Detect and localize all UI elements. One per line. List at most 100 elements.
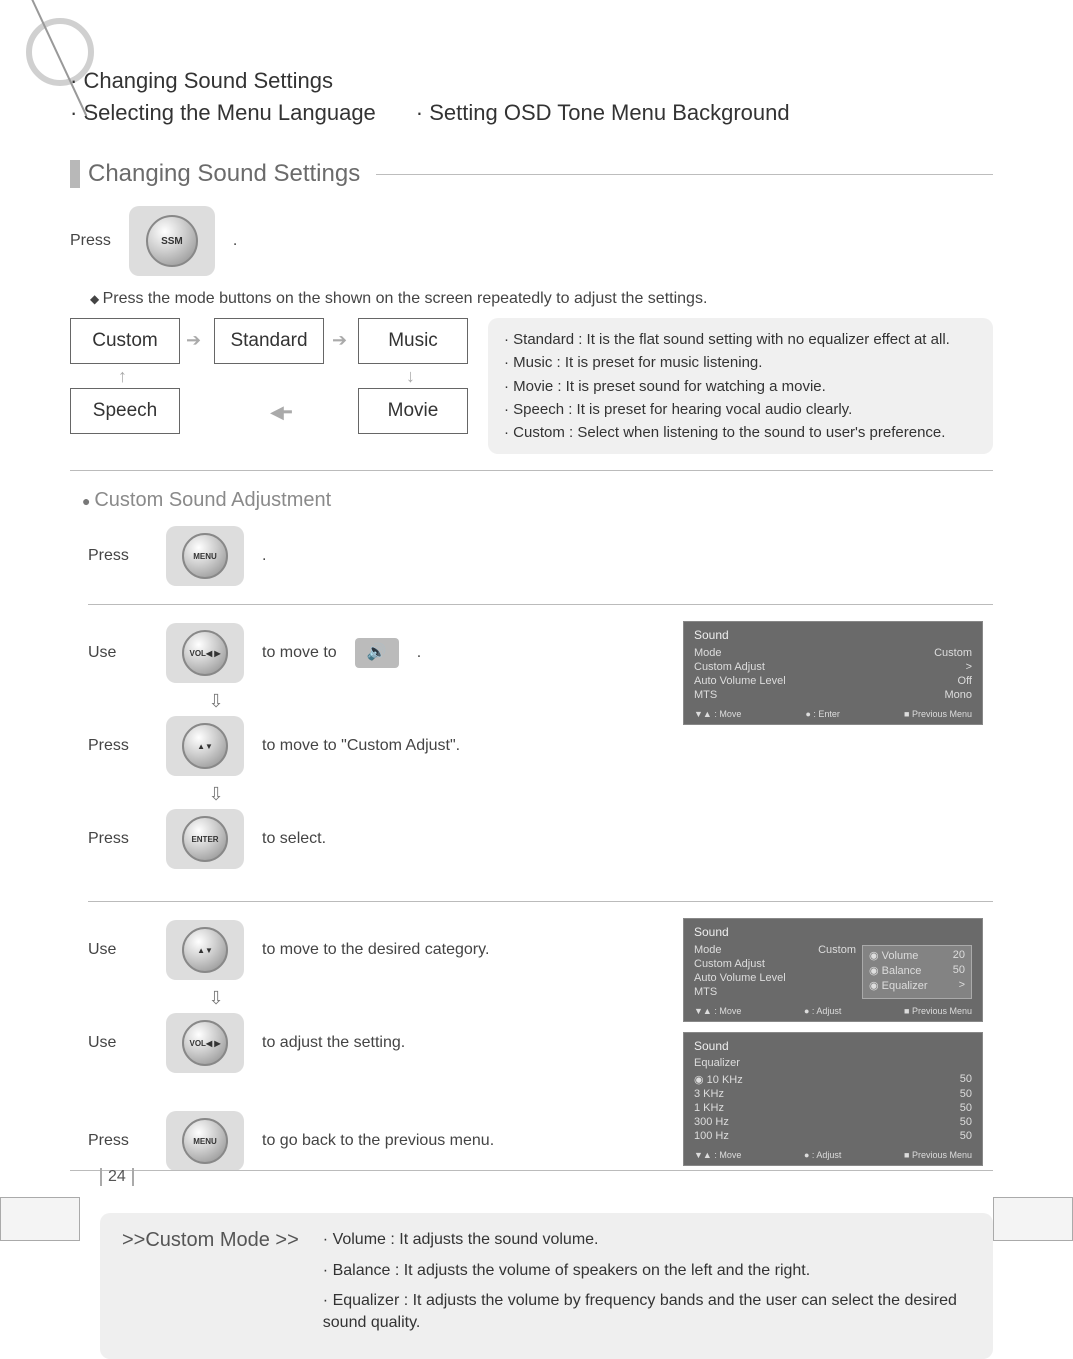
ch-button: ▲▼ (182, 927, 228, 973)
step4-text: to select. (262, 830, 326, 848)
menu-button: MENU (182, 1118, 228, 1164)
custom-mode-title: >>Custom Mode >> (122, 1229, 299, 1343)
osd2-k3: MTS (694, 986, 717, 998)
step3-text: to move to "Custom Adjust". (262, 737, 460, 755)
cm-balance: Balance : It adjusts the volume of speak… (323, 1260, 971, 1282)
osd1-k0: Mode (694, 647, 722, 659)
osd2-sm1v: 50 (953, 964, 965, 977)
press-label: Press (88, 737, 148, 755)
cm-equalizer: Equalizer : It adjusts the volume by fre… (323, 1290, 971, 1335)
osd2-k0: Mode (694, 944, 722, 956)
menu-button-box: MENU (166, 1111, 244, 1171)
osd1-k2: Auto Volume Level (694, 675, 786, 687)
topic-a: Changing Sound Settings (70, 68, 333, 94)
osd3-v1: 50 (960, 1088, 972, 1100)
mode-music: Music (358, 318, 468, 364)
step7-text: to go back to the previous menu. (262, 1132, 494, 1150)
osd3-fm: ● : Adjust (804, 1150, 841, 1160)
osd2-k2: Auto Volume Level (694, 972, 786, 984)
mode-descriptions: Standard : It is the flat sound setting … (488, 318, 993, 454)
mode-movie: Movie (358, 388, 468, 434)
ch-down-button: ▲▼ (182, 723, 228, 769)
arrow-down-icon: ↓ (406, 366, 415, 387)
main-section: Changing Sound Settings Press SSM . Pres… (70, 160, 993, 1359)
osd3-v0: 50 (960, 1073, 972, 1086)
osd3-k3: 300 Hz (694, 1116, 729, 1128)
section-title: Changing Sound Settings (70, 160, 360, 188)
subsection-title: Custom Sound Adjustment (82, 489, 993, 512)
arrow-icon: ➔ (186, 330, 201, 351)
osd2-sm1k: ◉ Balance (869, 964, 921, 977)
custom-mode-box: >>Custom Mode >> Volume : It adjusts the… (100, 1213, 993, 1359)
mode-standard: Standard (214, 318, 324, 364)
page-number: 24 (100, 1168, 134, 1186)
ch-button-box: ▲▼ (166, 716, 244, 776)
topic-b: Selecting the Menu Language (70, 100, 376, 126)
osd2-title: Sound (694, 925, 972, 939)
osd3-fr: ■ Previous Menu (904, 1150, 972, 1160)
menu-button: MENU (182, 533, 228, 579)
press-label: Press (70, 232, 111, 250)
vol-button: VOL◀ ▶ (182, 1020, 228, 1066)
step5-text: to move to the desired category. (262, 941, 489, 959)
sound-icon: 🔊 (355, 638, 399, 668)
desc-music: Music : It is preset for music listening… (504, 351, 977, 374)
osd3-k2: 1 KHz (694, 1102, 724, 1114)
step-7: Press MENU to go back to the previous me… (88, 1109, 653, 1173)
use-label: Use (88, 644, 148, 662)
osd2-sm0v: 20 (953, 949, 965, 962)
desc-custom: Custom : Select when listening to the so… (504, 421, 977, 444)
mode-boxes: Custom Standard Music Speech Movie ➔ ➔ ↓… (70, 318, 468, 434)
step-press-ssm: Press SSM . (70, 206, 993, 276)
press-label: Press (88, 547, 148, 565)
osd3-k0: ◉ 10 KHz (694, 1073, 743, 1086)
ssm-button-graphic: SSM (129, 206, 215, 276)
vol-button-box: VOL◀ ▶ (166, 623, 244, 683)
ch-button-box: ▲▼ (166, 920, 244, 980)
osd1-k3: MTS (694, 689, 717, 701)
osd2-fm: ● : Adjust (804, 1006, 841, 1016)
step-1: Press MENU . (88, 524, 993, 588)
osd-screenshot-1: Sound ModeCustom Custom Adjust> Auto Vol… (683, 621, 983, 725)
osd2-sm2k: ◉ Equalizer (869, 979, 928, 992)
step-4: Press ENTER to select. (88, 807, 653, 871)
osd2-sm0k: ◉ Volume (869, 949, 918, 962)
enter-button-box: ENTER (166, 809, 244, 869)
step-6: Use VOL◀ ▶ to adjust the setting. (88, 1011, 653, 1075)
desc-speech: Speech : It is preset for hearing vocal … (504, 398, 977, 421)
note-press-mode: Press the mode buttons on the shown on t… (90, 290, 993, 308)
step6-text: to adjust the setting. (262, 1034, 405, 1052)
vol-button: VOL◀ ▶ (182, 630, 228, 676)
osd1-fm: ● : Enter (805, 709, 839, 719)
osd1-v2: Off (958, 675, 972, 687)
topic-list: Changing Sound Settings Selecting the Me… (70, 68, 1033, 132)
corner-box-br (993, 1197, 1073, 1241)
step-5: Use ▲▼ to move to the desired category. (88, 918, 653, 982)
menu-button-box: MENU (166, 526, 244, 586)
osd3-v2: 50 (960, 1102, 972, 1114)
mode-diagram: Custom Standard Music Speech Movie ➔ ➔ ↓… (70, 318, 993, 454)
down-arrow-icon: ⇩ (206, 784, 226, 805)
use-label: Use (88, 1034, 148, 1052)
step2-prefix: to move to (262, 644, 337, 662)
step-3: Press ▲▼ to move to "Custom Adjust". (88, 714, 653, 778)
arrow-left-icon: ◀━ (270, 402, 289, 423)
step-2: Use VOL◀ ▶ to move to 🔊 . (88, 621, 653, 685)
osd3-title: Sound (694, 1039, 972, 1053)
separator (88, 901, 993, 902)
osd2-v0: Custom (818, 944, 856, 956)
osd1-k1: Custom Adjust (694, 661, 765, 673)
osd2-sm2v: > (959, 979, 965, 992)
footer-line (70, 1170, 993, 1171)
enter-button: ENTER (182, 816, 228, 862)
separator (88, 604, 993, 605)
osd3-sub: Equalizer (694, 1057, 972, 1069)
step1-suffix: . (262, 547, 266, 565)
mode-custom: Custom (70, 318, 180, 364)
osd1-fl: ▼▲ : Move (694, 709, 741, 719)
osd1-fr: ■ Previous Menu (904, 709, 972, 719)
step2-suffix: . (417, 644, 421, 662)
section-title-line (376, 174, 993, 175)
osd1-v3: Mono (944, 689, 972, 701)
down-arrow-icon: ⇩ (206, 691, 226, 712)
